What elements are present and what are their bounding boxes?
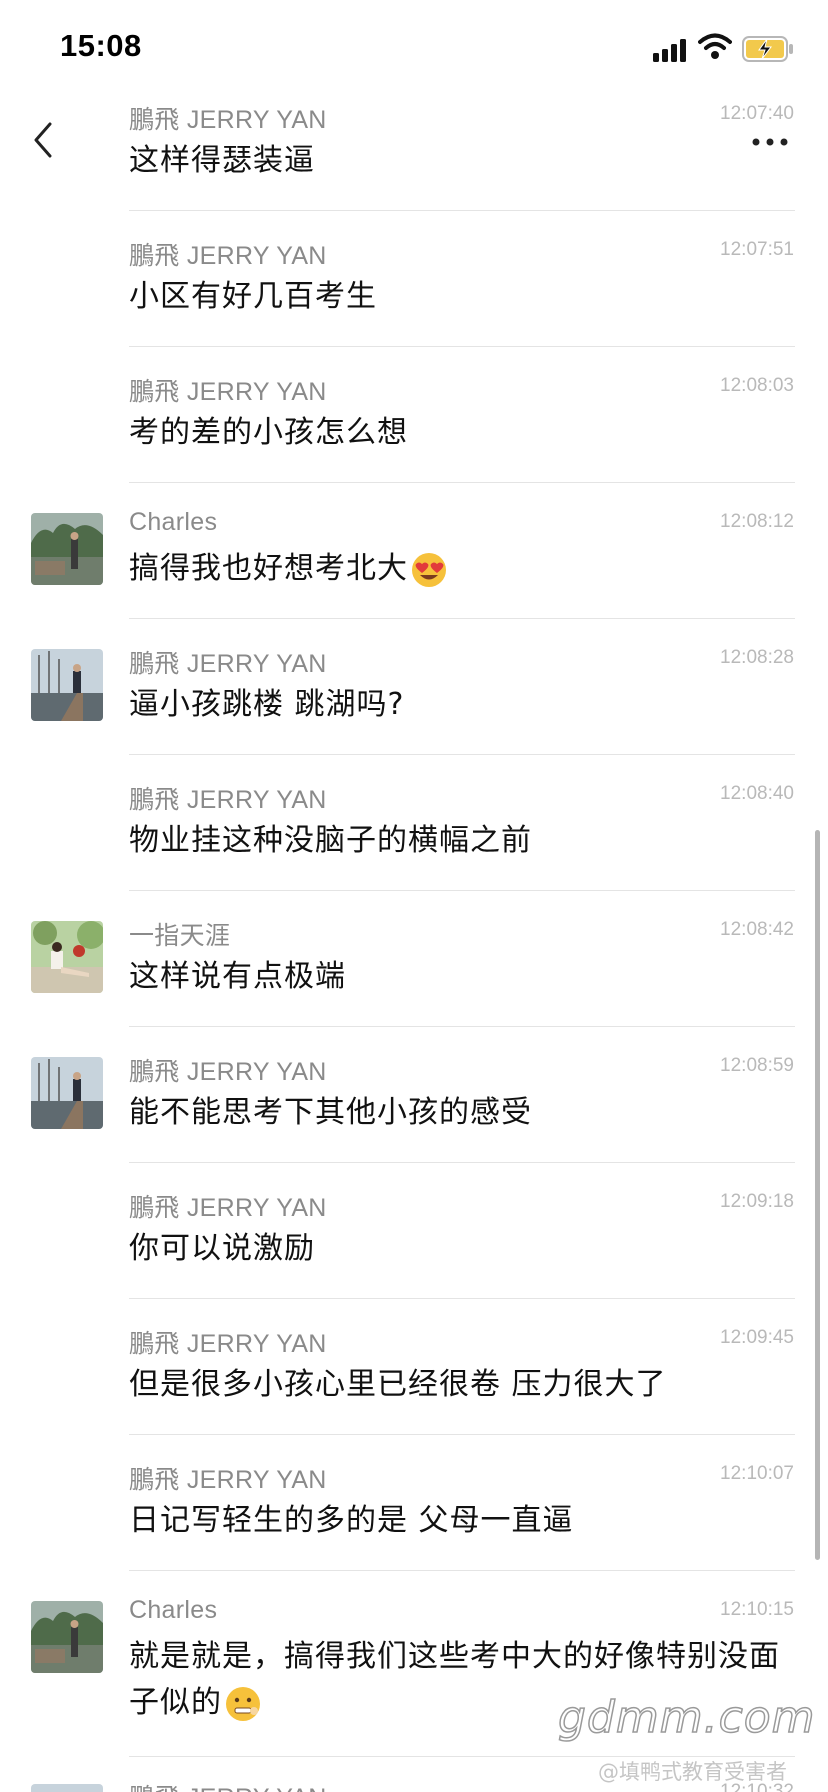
message-divider (129, 1162, 795, 1163)
sender-name: 鵬飛 JERRY YAN (129, 106, 327, 134)
site-watermark: gdmm.com (557, 1691, 816, 1744)
message-divider (129, 1434, 795, 1435)
wifi-icon (698, 33, 732, 59)
sender-name: 鵬飛 JERRY YAN (129, 1466, 327, 1494)
sender-name: 鵬飛 JERRY YAN (129, 378, 327, 406)
message-text: 你可以说激励 (129, 1231, 315, 1266)
message-time: 12:09:45 (720, 1327, 794, 1348)
message-time: 12:10:07 (720, 1463, 794, 1484)
message-item: 鵬飛 JERRY YAN 12:09:18 你可以说激励 (0, 1180, 828, 1300)
sender-name: Charles (129, 1596, 218, 1624)
message-divider (129, 482, 795, 483)
avatar[interactable] (31, 1057, 103, 1129)
message-text: 考的差的小孩怎么想 (129, 415, 408, 450)
battery-charging-icon (742, 36, 793, 62)
message-text: 逼小孩跳楼 跳湖吗? (129, 687, 405, 722)
message-divider (129, 1298, 795, 1299)
message-text: 物业挂这种没脑子的横幅之前 (129, 823, 532, 858)
message-divider (129, 1026, 795, 1027)
message-time: 12:08:12 (720, 511, 794, 532)
sender-name: 鵬飛 JERRY YAN (129, 1778, 327, 1792)
avatar[interactable] (31, 921, 103, 993)
message-text: 但是很多小孩心里已经很卷 压力很大了 (129, 1367, 667, 1402)
message-divider (129, 754, 795, 755)
message-divider (129, 890, 795, 891)
message-time: 12:08:40 (720, 783, 794, 804)
message-time: 12:08:03 (720, 375, 794, 396)
sender-name: Charles (129, 508, 218, 536)
message-item: 一指天涯 12:08:42 这样说有点极端 (0, 908, 828, 1028)
avatar[interactable] (31, 513, 103, 585)
weibo-watermark: @填鸭式教育受害者 (598, 1760, 787, 1784)
message-time: 12:07:40 (720, 103, 794, 124)
sender-name: 一指天涯 (129, 922, 231, 950)
message-item: 鵬飛 JERRY YAN 12:08:03 考的差的小孩怎么想 (0, 364, 828, 484)
sender-name: 鵬飛 JERRY YAN (129, 650, 327, 678)
sender-name: 鵬飛 JERRY YAN (129, 242, 327, 270)
cellular-signal-icon (653, 38, 689, 62)
message-text: 小区有好几百考生 (129, 279, 377, 314)
message-item: 鵬飛 JERRY YAN 12:08:28 逼小孩跳楼 跳湖吗? (0, 636, 828, 756)
avatar[interactable] (31, 1601, 103, 1673)
message-time: 12:07:51 (720, 239, 794, 260)
message-item: 鵬飛 JERRY YAN 12:08:40 物业挂这种没脑子的横幅之前 (0, 772, 828, 892)
grimace-emoji-icon (226, 1686, 260, 1721)
avatar[interactable] (31, 1784, 103, 1792)
message-text: 这样说有点极端 (129, 959, 346, 994)
heart-eyes-emoji-icon (412, 552, 446, 587)
status-time: 15:08 (60, 28, 142, 63)
sender-name: 鵬飛 JERRY YAN (129, 1330, 327, 1358)
message-divider (129, 618, 795, 619)
message-text: 能不能思考下其他小孩的感受 (129, 1095, 532, 1130)
message-text: 这样得瑟装逼 (129, 143, 315, 178)
message-time: 12:09:18 (720, 1191, 794, 1212)
sender-name: 鵬飛 JERRY YAN (129, 1058, 327, 1086)
message-time: 12:08:59 (720, 1055, 794, 1076)
message-item: 鵬飛 JERRY YAN 12:08:59 能不能思考下其他小孩的感受 (0, 1044, 828, 1164)
scrollbar[interactable] (815, 830, 820, 1560)
avatar[interactable] (31, 649, 103, 721)
message-item: 鵬飛 JERRY YAN 12:07:51 小区有好几百考生 (0, 228, 828, 348)
status-bar: 15:08 (0, 0, 828, 100)
message-divider (129, 346, 795, 347)
message-text-content: 搞得我也好想考北大 (129, 551, 408, 586)
sender-name: 鵬飛 JERRY YAN (129, 1194, 327, 1222)
message-time: 12:08:28 (720, 647, 794, 668)
message-item: Charles 12:08:12 搞得我也好想考北大 (0, 500, 828, 620)
message-item: 鵬飛 JERRY YAN 12:10:07 日记写轻生的多的是 父母一直逼 (0, 1452, 828, 1572)
sender-name: 鵬飛 JERRY YAN (129, 786, 327, 814)
message-item: 鵬飛 JERRY YAN 12:09:45 但是很多小孩心里已经很卷 压力很大了 (0, 1316, 828, 1436)
message-divider (129, 210, 795, 211)
message-time: 12:08:42 (720, 919, 794, 940)
message-text: 搞得我也好想考北大 (129, 546, 789, 592)
message-divider (129, 1570, 795, 1571)
message-time: 12:10:15 (720, 1599, 794, 1620)
message-item: 鵬飛 JERRY YAN 12:07:40 这样得瑟装逼 (0, 92, 828, 212)
message-text: 日记写轻生的多的是 父母一直逼 (129, 1503, 574, 1538)
